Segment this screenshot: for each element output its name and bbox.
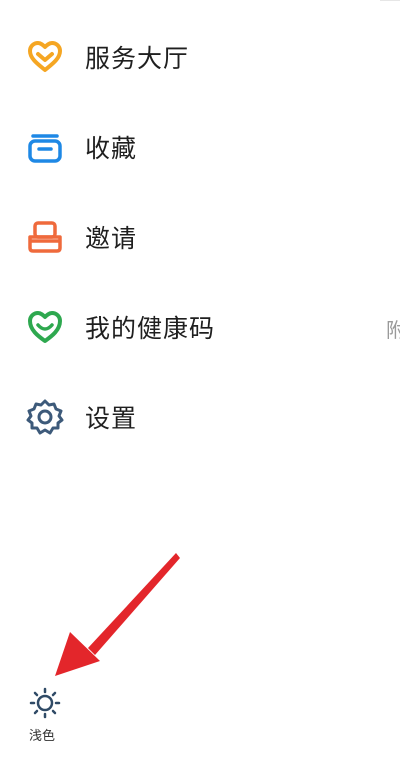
menu-item-health-code[interactable]: 我的健康码 [0, 282, 380, 372]
side-drawer: 服务大厅 收藏 邀请 我的健康码 设置 浅色 [0, 0, 380, 777]
smile-heart-icon [25, 307, 65, 347]
folder-icon [25, 127, 65, 167]
menu-list: 服务大厅 收藏 邀请 我的健康码 设置 [0, 12, 380, 462]
heart-outline-icon [25, 37, 65, 77]
theme-toggle-button[interactable]: 浅色 [22, 683, 72, 745]
inbox-tray-icon [25, 217, 65, 257]
background-edge-text: 附 [386, 318, 400, 342]
gear-icon [25, 397, 65, 437]
menu-item-favorites[interactable]: 收藏 [0, 102, 380, 192]
menu-item-label: 我的健康码 [85, 314, 216, 343]
menu-item-invite[interactable]: 邀请 [0, 192, 380, 282]
menu-item-label: 收藏 [85, 134, 138, 163]
sun-icon [29, 687, 61, 719]
menu-item-label: 邀请 [85, 224, 138, 253]
menu-item-settings[interactable]: 设置 [0, 372, 380, 462]
menu-item-label: 服务大厅 [85, 44, 190, 73]
menu-item-label: 设置 [85, 404, 138, 433]
theme-toggle-label: 浅色 [29, 729, 56, 744]
screen: 服务大厅 收藏 邀请 我的健康码 设置 浅色 附 [0, 0, 400, 777]
menu-item-service-hall[interactable]: 服务大厅 [0, 12, 380, 102]
